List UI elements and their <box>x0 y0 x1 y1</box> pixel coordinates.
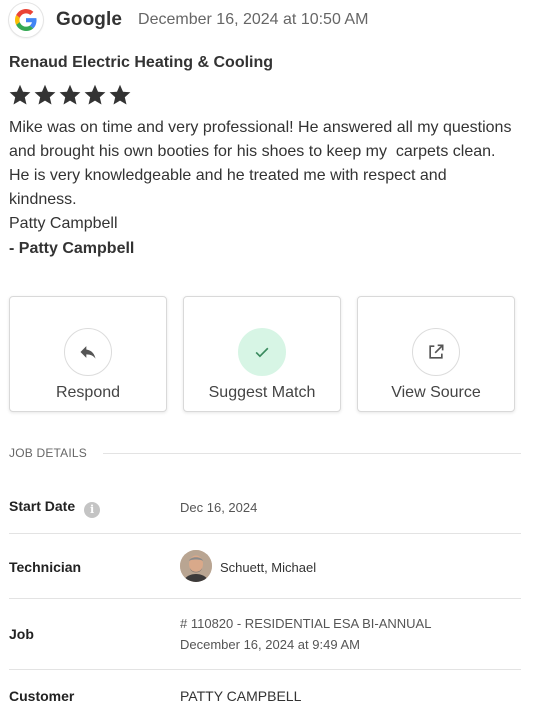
star-icon <box>9 84 31 105</box>
info-icon[interactable]: i <box>84 502 101 518</box>
customer-row: Customer PATTY CAMPBELL <box>9 670 521 712</box>
job-row: Job # 110820 - RESIDENTIAL ESA BI-ANNUAL… <box>9 599 521 670</box>
business-name: Renaud Electric Heating & Cooling <box>9 54 274 71</box>
divider <box>103 452 521 454</box>
start-date-value: Dec 16, 2024 <box>180 500 258 515</box>
review-line: and brought his own booties for his shoe… <box>9 143 496 160</box>
view-source-label: View Source <box>391 384 481 401</box>
review-date: December 16, 2024 at 10:50 AM <box>138 11 369 28</box>
job-label: Job <box>9 626 34 642</box>
review-line: Mike was on time and very professional! … <box>9 119 512 136</box>
start-date-label: Start Date <box>9 498 76 514</box>
review-line: He is very knowledgeable and he treated … <box>9 167 447 184</box>
review-line: Patty Campbell <box>9 215 118 232</box>
review-text: Mike was on time and very professional! … <box>9 116 531 236</box>
review-signoff: - Patty Campbell <box>9 240 135 257</box>
review-header: Google December 16, 2024 at 10:50 AM <box>9 3 368 37</box>
checkmark-icon <box>255 347 269 358</box>
star-icon <box>84 84 106 105</box>
suggest-icon-circle <box>238 328 286 376</box>
reply-arrow-icon <box>80 346 96 359</box>
respond-label: Respond <box>55 384 121 401</box>
start-date-row: Start Date i Dec 16, 2024 <box>9 480 521 534</box>
respond-icon-circle <box>64 328 112 376</box>
star-icon <box>59 84 81 105</box>
section-title: JOB DETAILS <box>9 446 87 460</box>
star-icon <box>34 84 56 105</box>
suggest-match-label: Suggest Match <box>208 384 316 401</box>
review-line: kindness. <box>9 191 77 208</box>
job-link[interactable]: # 110820 - RESIDENTIAL ESA BI-ANNUAL <box>180 616 431 631</box>
technician-name: Schuett, Michael <box>220 560 317 575</box>
view-source-button[interactable]: View Source <box>357 296 515 412</box>
customer-name: PATTY CAMPBELL <box>180 688 302 704</box>
star-rating <box>8 83 132 107</box>
review-source-name: Google <box>56 9 123 30</box>
suggest-match-button[interactable]: Suggest Match <box>183 296 341 412</box>
avatar <box>180 550 212 582</box>
review-actions: Respond Suggest Match View Source <box>9 296 515 412</box>
technician-label: Technician <box>9 559 82 575</box>
job-date: December 16, 2024 at 9:49 AM <box>180 637 360 652</box>
view-source-icon-circle <box>412 328 460 376</box>
job-details-header: JOB DETAILS <box>9 446 521 460</box>
external-link-icon <box>429 344 444 359</box>
start-date-label-wrap: Start Date i <box>9 498 101 518</box>
customer-label: Customer <box>9 688 75 704</box>
google-g-icon <box>9 3 43 37</box>
technician-row: Technician Schuett, Michael <box>9 534 521 599</box>
respond-button[interactable]: Respond <box>9 296 167 412</box>
star-icon <box>109 84 131 105</box>
